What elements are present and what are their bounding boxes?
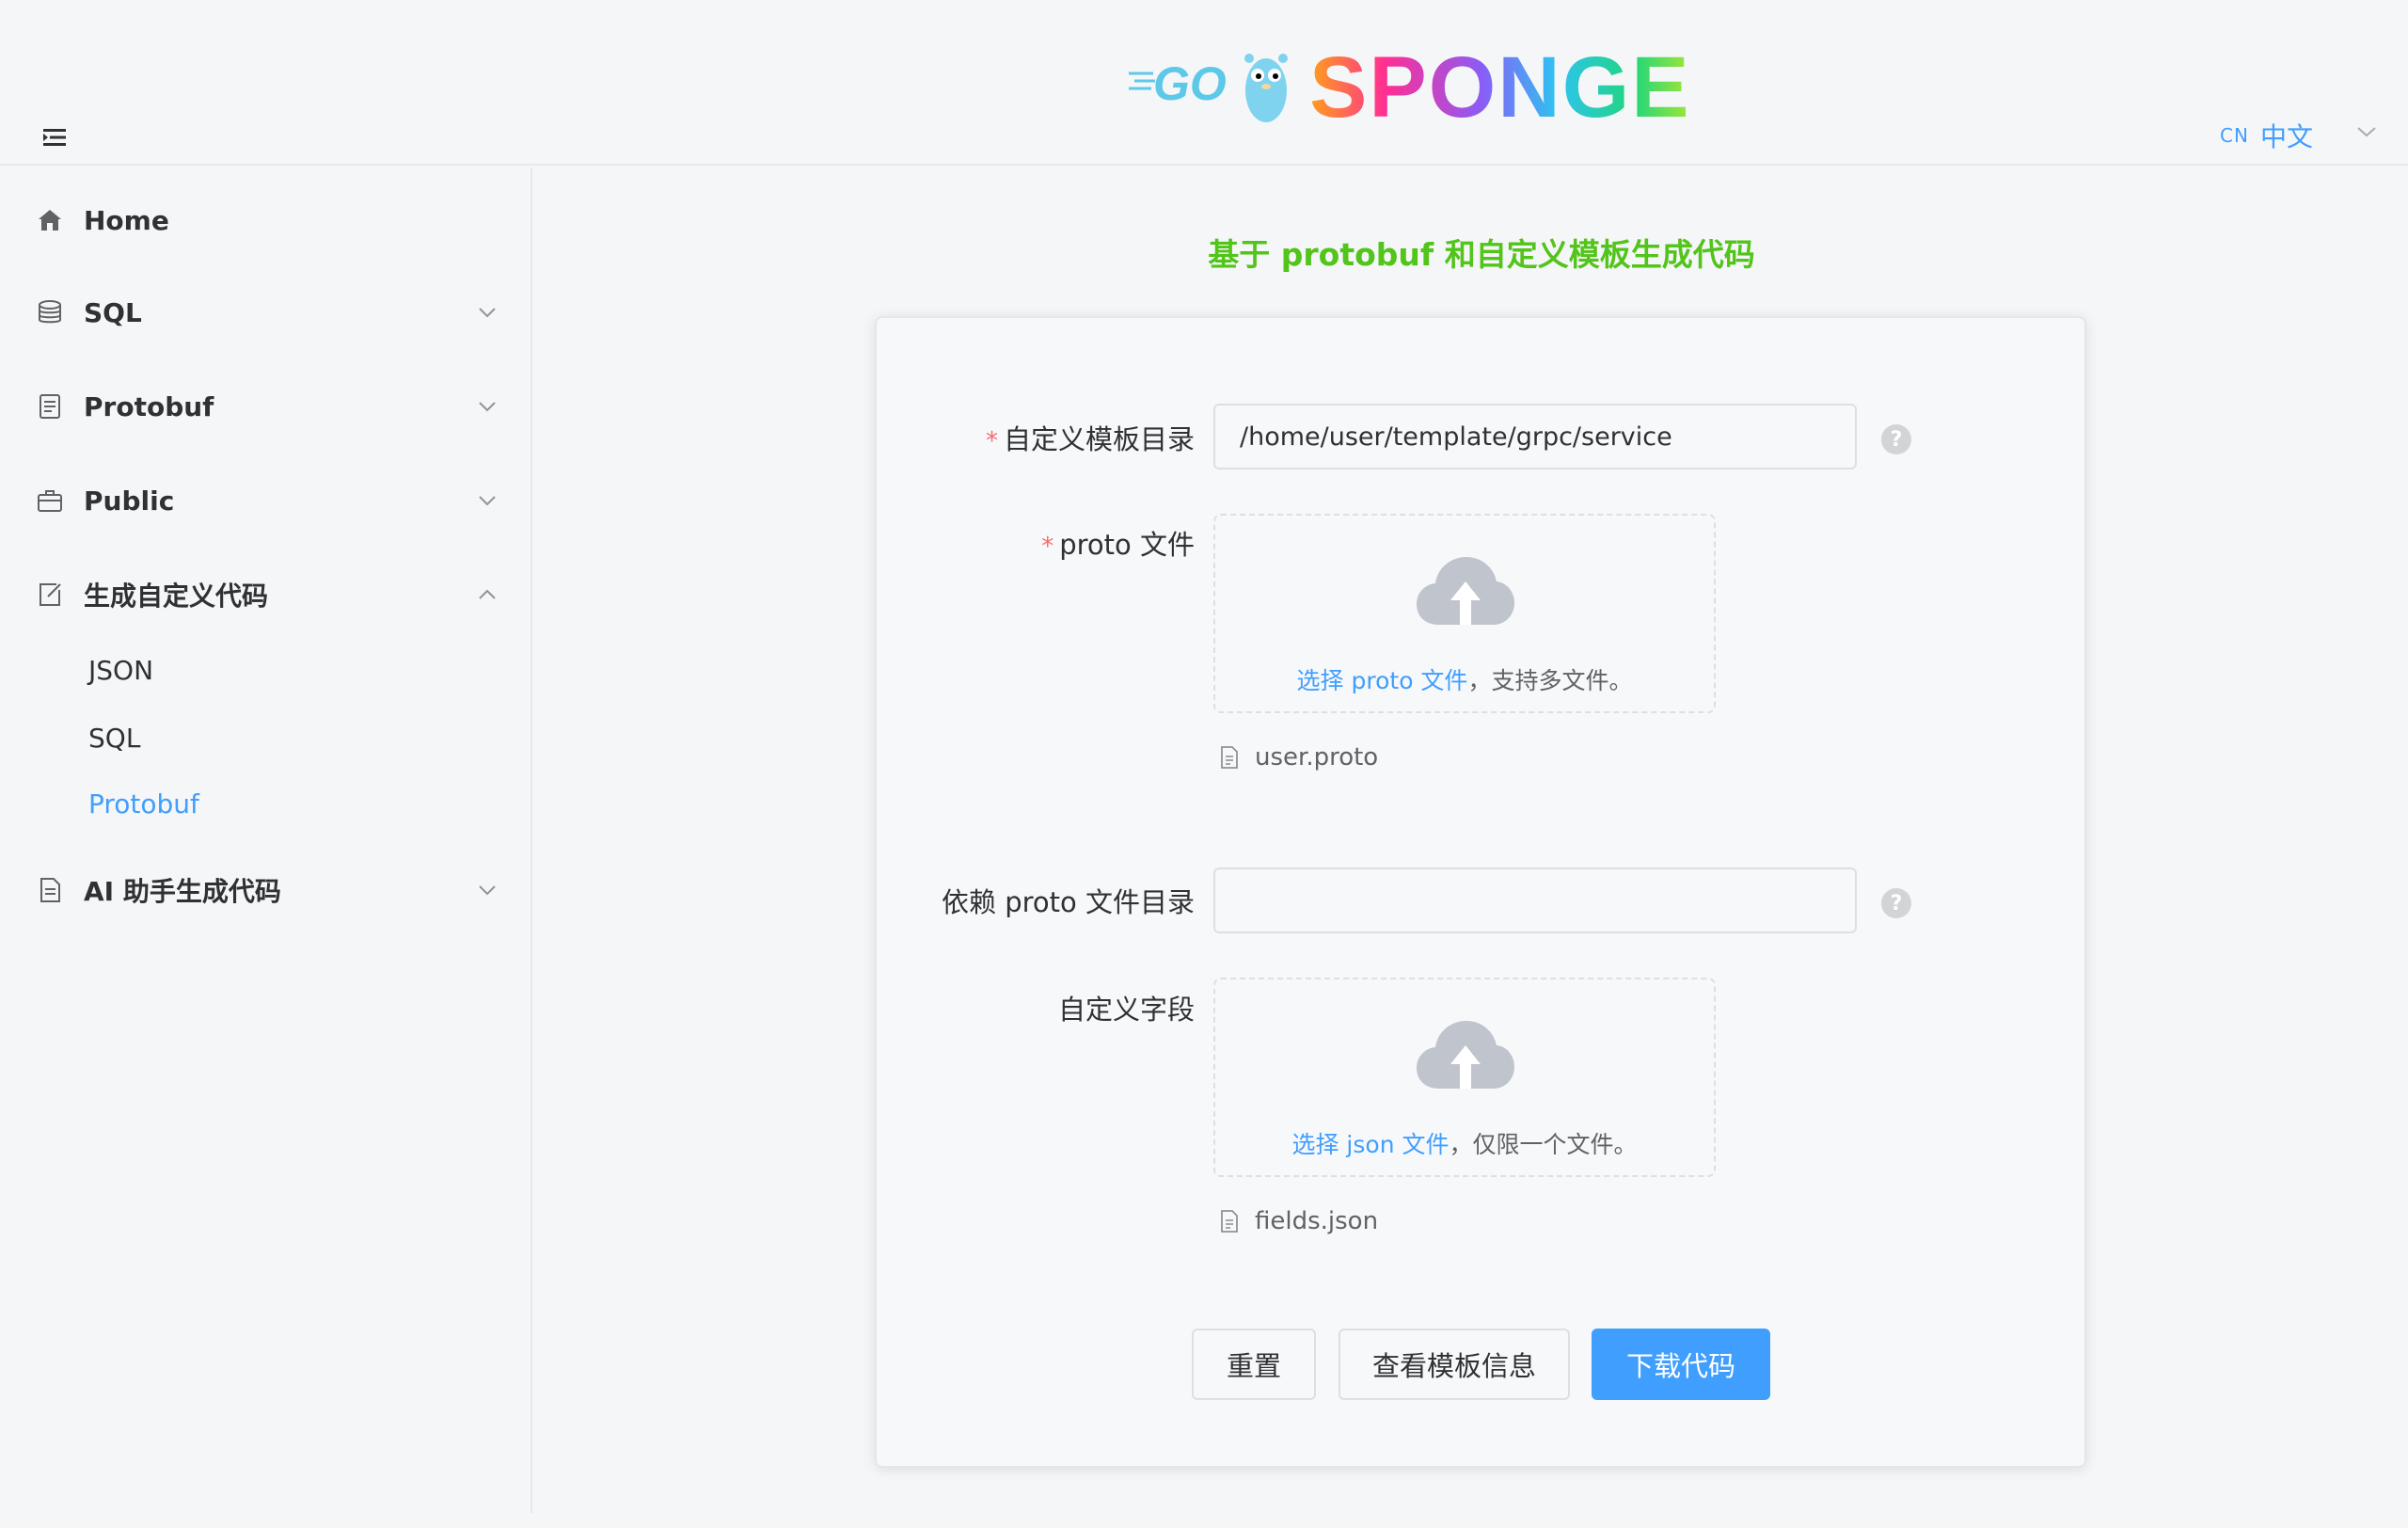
help-icon[interactable]: ? — [1881, 888, 1911, 918]
briefcase-icon — [38, 490, 62, 512]
proto-file-upload[interactable]: 选择 proto 文件，支持多文件。 — [1213, 514, 1716, 713]
page-title: 基于 protobuf 和自定义模板生成代码 — [1208, 236, 1755, 273]
help-icon[interactable]: ? — [1881, 424, 1911, 454]
uploaded-file-name: user.proto — [1255, 743, 1379, 772]
chevron-down-icon — [479, 402, 496, 412]
proto-file-label: * proto 文件 — [1041, 523, 1195, 563]
sidebar-subitem-sql[interactable]: SQL — [88, 723, 140, 754]
go-sponge-logo: GO SPONGE — [1129, 40, 1691, 132]
sidebar-item-sql[interactable]: SQL — [0, 275, 531, 350]
svg-text:GO: GO — [1153, 57, 1227, 110]
required-mark: * — [985, 427, 998, 455]
file-icon — [1221, 746, 1238, 769]
top-header: GO SPONGE CN 中文 — [0, 0, 2408, 166]
svg-text:SPONGE: SPONGE — [1309, 40, 1691, 132]
proto-dir-input[interactable] — [1213, 867, 1857, 933]
cloud-upload-icon — [1417, 1021, 1514, 1089]
template-dir-input[interactable] — [1213, 404, 1857, 470]
sidebar-item-label: SQL — [84, 296, 142, 328]
uploaded-file-item[interactable]: user.proto — [1219, 743, 1378, 772]
sidebar-item-custom-code[interactable]: 生成自定义代码 — [0, 557, 531, 632]
template-dir-label-wrap: * 自定义模板目录 — [875, 418, 1195, 455]
download-code-button[interactable]: 下载代码 — [1592, 1329, 1770, 1400]
template-dir-label: * 自定义模板目录 — [986, 418, 1195, 457]
home-icon — [39, 210, 61, 231]
cloud-upload-icon — [1417, 557, 1514, 625]
upload-hint-text: ，仅限一个文件。 — [1449, 1131, 1638, 1158]
custom-fields-upload[interactable]: 选择 json 文件，仅限一个文件。 — [1213, 978, 1716, 1177]
sidebar-item-label: AI 助手生成代码 — [84, 876, 281, 907]
sidebar-item-protobuf[interactable]: Protobuf — [0, 369, 531, 444]
proto-dir-label: 依赖 proto 文件目录 — [942, 886, 1195, 918]
uploaded-file-item[interactable]: fields.json — [1219, 1207, 1378, 1235]
reset-button[interactable]: 重置 — [1192, 1329, 1316, 1400]
chevron-down-icon — [479, 885, 496, 896]
template-dir-label-text: 自定义模板目录 — [1003, 423, 1195, 455]
menu-fold-icon[interactable] — [43, 128, 66, 147]
chevron-down-icon — [479, 308, 496, 318]
chevron-down-icon — [479, 496, 496, 506]
document-icon — [40, 878, 60, 902]
sidebar-item-label: Protobuf — [84, 390, 214, 422]
sidebar-item-label: Home — [84, 204, 169, 236]
required-mark: * — [1041, 533, 1054, 561]
sidebar-item-public[interactable]: Public — [0, 463, 531, 538]
language-switch[interactable]: CN 中文 — [2220, 117, 2313, 154]
document-icon — [40, 394, 60, 419]
upload-hint: 选择 proto 文件，支持多文件。 — [1215, 662, 1714, 696]
custom-fields-label-wrap: 自定义字段 — [875, 988, 1195, 1026]
proto-dir-label-wrap: 依赖 proto 文件目录 — [875, 881, 1195, 918]
sidebar-subitem-protobuf[interactable]: Protobuf — [88, 788, 199, 820]
upload-hint: 选择 json 文件，仅限一个文件。 — [1215, 1126, 1714, 1160]
file-icon — [1221, 1210, 1238, 1233]
select-json-link[interactable]: 选择 json 文件 — [1291, 1131, 1449, 1158]
view-template-button[interactable]: 查看模板信息 — [1339, 1329, 1570, 1400]
select-proto-link[interactable]: 选择 proto 文件 — [1297, 667, 1468, 694]
proto-file-label-wrap: * proto 文件 — [875, 523, 1195, 561]
custom-fields-label: 自定义字段 — [1057, 994, 1195, 1026]
sidebar-item-label: 生成自定义代码 — [84, 581, 269, 612]
chevron-down-icon[interactable] — [2356, 124, 2377, 139]
sidebar-subitem-json[interactable]: JSON — [88, 655, 153, 686]
language-name: 中文 — [2259, 121, 2313, 152]
upload-hint-text: ，支持多文件。 — [1467, 667, 1633, 694]
sidebar-item-ai-assistant[interactable]: AI 助手生成代码 — [0, 852, 531, 928]
sidebar: Home SQL Protobuf Public 生成自定义代码 JSON SQ… — [0, 167, 532, 1513]
database-icon — [39, 300, 61, 324]
sidebar-item-label: Public — [84, 485, 175, 517]
language-code: CN — [2220, 124, 2249, 147]
chevron-up-icon — [479, 589, 496, 599]
edit-icon — [40, 583, 61, 606]
uploaded-file-name: fields.json — [1255, 1207, 1379, 1235]
sidebar-item-home[interactable]: Home — [0, 183, 531, 258]
proto-file-label-text: proto 文件 — [1059, 529, 1195, 561]
